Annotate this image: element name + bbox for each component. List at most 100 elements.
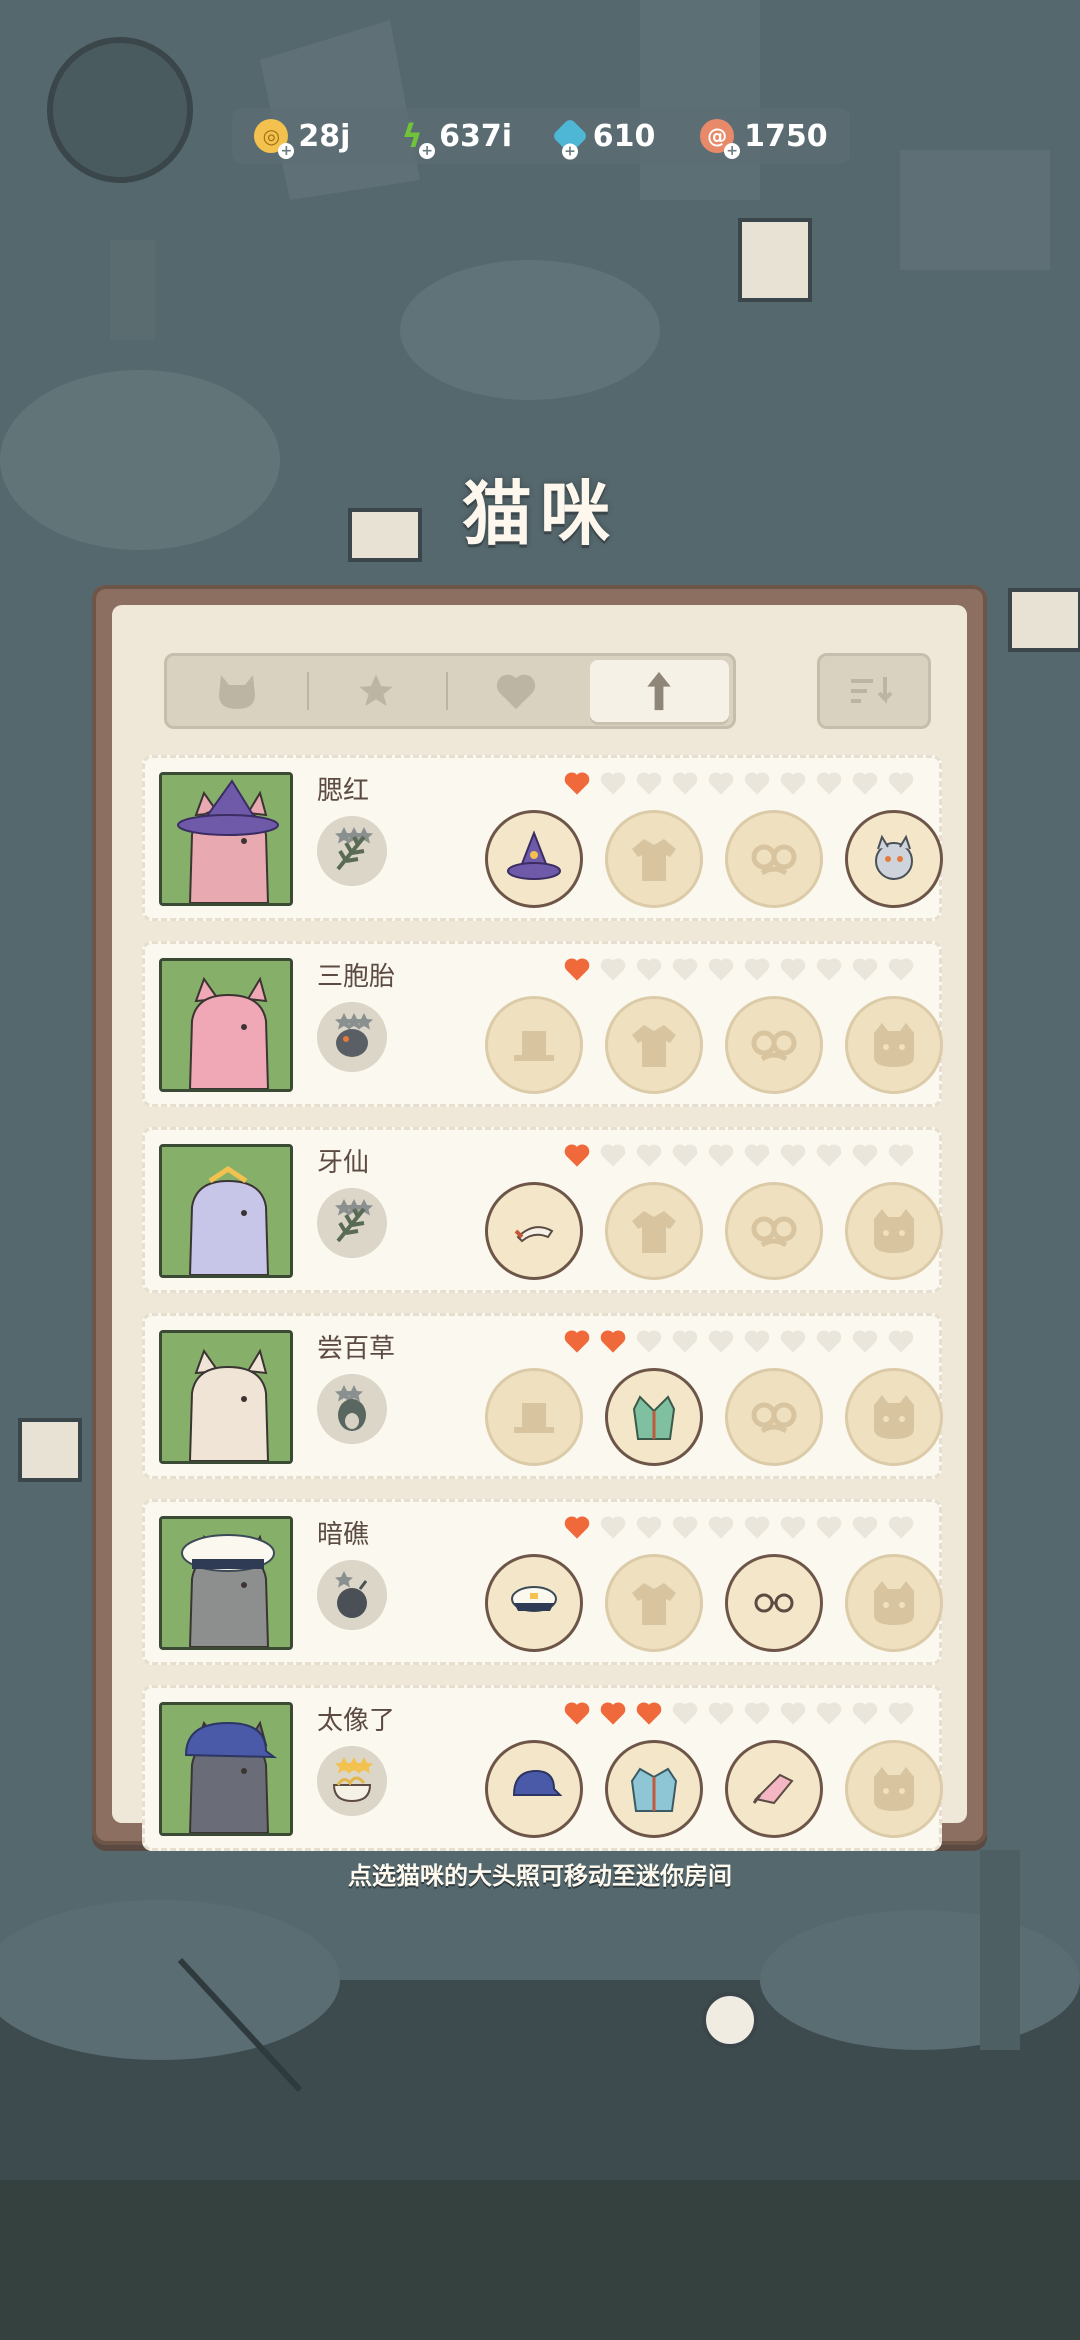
add-fish-cake-icon[interactable]: + [724,143,741,159]
noodles-3star-icon [332,1757,373,1803]
item-placeholder-icon [874,1209,914,1253]
tab-recent[interactable] [589,660,729,722]
outfit-slot[interactable] [725,810,823,908]
item-placeholder-icon [874,1767,914,1811]
sort-button[interactable] [817,653,931,729]
cat-portrait[interactable] [159,1144,293,1278]
heart-empty-icon [816,1330,842,1353]
cat-portrait[interactable] [159,1702,293,1836]
outfit-slot[interactable] [485,1368,583,1466]
outfit-slot[interactable] [725,996,823,1094]
cat-name: 暗礁 [317,1520,370,1550]
heart-filled-icon [564,1144,590,1167]
fish-item-icon [752,1773,794,1805]
star-icon [359,674,393,706]
heart-empty-icon [852,1144,878,1167]
item-placeholder-icon [874,1023,914,1067]
energy-currency[interactable]: ϟ + 637i [395,117,513,159]
heart-empty-icon [600,1144,626,1167]
tab-favorites[interactable] [306,656,447,726]
heart-empty-icon [600,958,626,981]
add-gem-icon[interactable]: + [561,143,578,160]
affection-hearts [563,1514,915,1540]
heart-empty-icon [780,1516,806,1539]
outfit-slot[interactable] [845,1182,943,1280]
heart-empty-icon [636,958,662,981]
jacket-icon [630,1767,678,1812]
coin-currency[interactable]: ◎ + 28j [254,118,351,159]
heart-empty-icon [780,1144,806,1167]
heart-empty-icon [888,1330,914,1353]
outfit-slot[interactable] [485,1554,583,1652]
affection-hearts [563,1142,915,1168]
heart-empty-icon [816,1702,842,1725]
cat-row: 腮红 [142,755,943,921]
captain-hat-icon [511,1586,557,1612]
cat-portrait[interactable] [159,1516,293,1650]
outfit-slot[interactable] [845,1554,943,1652]
cat-portrait[interactable] [159,958,293,1092]
outfit-slot[interactable] [725,1368,823,1466]
outfit-slot[interactable] [485,1740,583,1838]
outfit-slot[interactable] [605,1182,703,1280]
heart-empty-icon [636,772,662,795]
outfit-slots [485,1554,943,1652]
witch-hat-icon [507,830,561,880]
outfit-slot[interactable] [845,996,943,1094]
fish-cake-currency[interactable]: @ + 1750 [700,119,828,159]
outfit-slot[interactable] [845,1740,943,1838]
heart-empty-icon [888,1702,914,1725]
outfit-slot[interactable] [485,996,583,1094]
outfit-slot[interactable] [725,1740,823,1838]
heart-empty-icon [744,1702,770,1725]
outfit-slot[interactable] [605,1368,703,1466]
cat-portrait[interactable] [159,1330,293,1464]
hint-text: 点选猫咪的大头照可移动至迷你房间 [348,1862,732,1890]
cat-portrait[interactable] [159,772,293,906]
gem-icon: + [551,117,589,160]
add-coin-icon[interactable]: + [278,143,295,159]
heart-icon [496,674,535,710]
page-title: 猫咪 [462,473,618,555]
outfit-slots [485,810,943,908]
outfit-slot[interactable] [485,810,583,908]
currency-bar: ◎ + 28j ϟ + 637i + 610 @ + 1750 [232,108,850,164]
outfit-slot[interactable] [485,1182,583,1280]
outfit-slot[interactable] [845,810,943,908]
outfit-slot[interactable] [605,810,703,908]
outfit-slot[interactable] [725,1182,823,1280]
outfit-slot[interactable] [605,996,703,1094]
cat-rank-badge [317,1560,387,1630]
energy-value: 637i [439,118,513,154]
outfit-slot[interactable] [725,1554,823,1652]
glasses-placeholder-icon [751,844,797,876]
gem-value: 610 [592,118,656,154]
arrow-up-icon [647,671,671,711]
outfit-slot[interactable] [605,1740,703,1838]
cat-row: 太像了 [142,1685,943,1851]
heart-empty-icon [780,958,806,981]
affection-hearts [563,956,915,982]
heart-empty-icon [672,1330,698,1353]
affection-hearts [563,770,915,796]
heart-empty-icon [852,1702,878,1725]
glasses-placeholder-icon [751,1402,797,1434]
outfit-slots [485,1182,943,1280]
heart-empty-icon [816,958,842,981]
cat-row: 三胞胎 [142,941,943,1107]
outfit-slot[interactable] [845,1368,943,1466]
heart-empty-icon [636,1516,662,1539]
heart-empty-icon [852,1330,878,1353]
cat-name: 三胞胎 [317,962,396,992]
item-placeholder-icon [874,1395,914,1439]
shirt-placeholder-icon [632,839,676,881]
gem-currency[interactable]: + 610 [551,117,656,160]
heart-empty-icon [744,1330,770,1353]
tab-cats[interactable] [167,656,307,726]
add-energy-icon[interactable]: + [419,143,436,159]
coin-value: 28j [298,118,351,154]
outfit-slot[interactable] [605,1554,703,1652]
heart-empty-icon [672,1702,698,1725]
tab-affection[interactable] [446,656,586,726]
herb-3star-icon [335,1199,373,1243]
